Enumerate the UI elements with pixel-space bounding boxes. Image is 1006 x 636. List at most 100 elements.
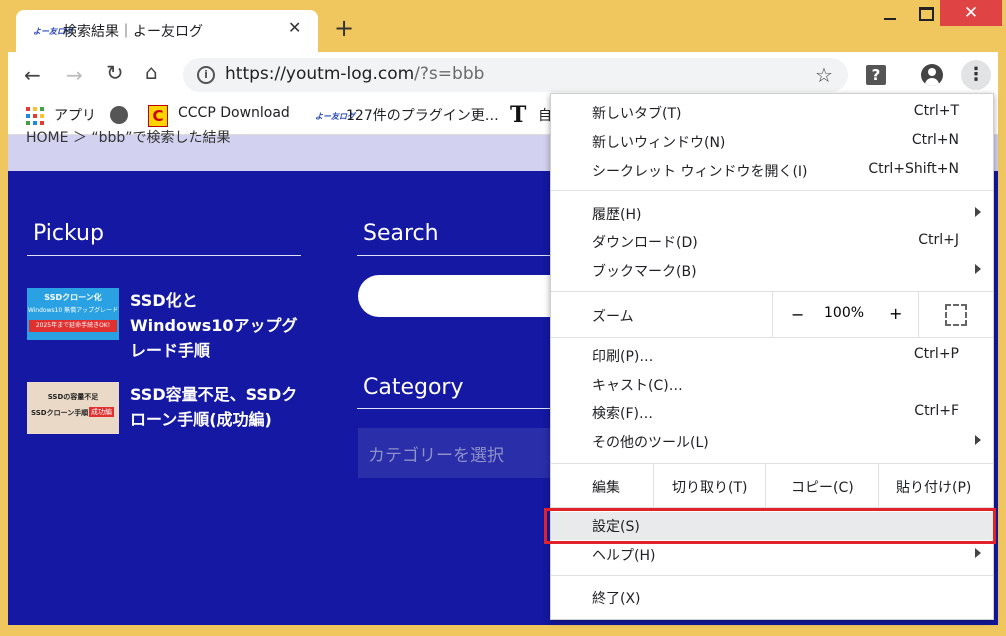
- zoom-divider: [772, 291, 773, 337]
- cut-button[interactable]: 切り取り(T): [672, 477, 747, 497]
- t-icon: T: [510, 102, 527, 128]
- bookmark-apps[interactable]: アプリ: [54, 105, 96, 125]
- category-heading: Category: [363, 375, 464, 400]
- thumb2-line1: SSDの容量不足: [47, 393, 99, 401]
- menu-new-window-shortcut: Ctrl+N: [911, 132, 959, 148]
- browser-tab[interactable]: よー友ログ 検索結果｜よー友ログ ✕: [16, 10, 318, 52]
- pickup-heading: Pickup: [33, 221, 104, 246]
- menu-print[interactable]: 印刷(P)… Ctrl+P: [551, 342, 993, 370]
- minimize-button[interactable]: [880, 4, 900, 24]
- menu-print-shortcut: Ctrl+P: [913, 346, 959, 362]
- thumb2-line2: SSDクローン手順: [31, 409, 89, 417]
- reload-icon[interactable]: ↻: [106, 61, 124, 85]
- category-placeholder: カテゴリーを選択: [368, 446, 504, 466]
- browser-toolbar: ← → ↻ ⌂ i https://youtm-log.com/?s=bbb ☆…: [8, 52, 998, 98]
- menu-find[interactable]: 検索(F)… Ctrl+F: [551, 399, 993, 427]
- menu-find-shortcut: Ctrl+F: [914, 403, 959, 419]
- site-info-icon[interactable]: i: [197, 66, 215, 84]
- window-close-button[interactable]: ✕: [940, 0, 1002, 26]
- apps-grid-icon[interactable]: [26, 107, 44, 125]
- copy-button[interactable]: コピー(C): [791, 477, 854, 497]
- chrome-menu-button[interactable]: ⋮: [961, 60, 991, 90]
- thumb2-badge: 成功編: [89, 407, 114, 417]
- bookmark-cccp[interactable]: CCCP Download: [178, 105, 290, 121]
- menu-exit-label: 終了(X): [592, 591, 641, 607]
- pickup-title-2[interactable]: SSD容量不足、SSDクローン手順(成功編): [130, 382, 300, 432]
- zoom-level: 100%: [824, 305, 865, 321]
- fullscreen-icon[interactable]: [945, 304, 967, 326]
- menu-find-label: 検索(F)…: [592, 406, 653, 422]
- menu-separator: [551, 575, 993, 576]
- menu-incognito-shortcut: Ctrl+Shift+N: [868, 161, 959, 177]
- menu-new-window[interactable]: 新しいウィンドウ(N) Ctrl+N: [551, 128, 993, 156]
- thumb1-line1: SSDクローン化: [44, 293, 102, 302]
- url-host: https://youtm-log.com: [225, 64, 415, 84]
- url-text[interactable]: https://youtm-log.com/?s=bbb: [225, 64, 484, 84]
- globe-icon[interactable]: [110, 106, 128, 124]
- zoom-out-button[interactable]: −: [791, 305, 804, 324]
- pickup-rule: [27, 255, 301, 256]
- menu-downloads-label: ダウンロード(D): [592, 235, 698, 251]
- menu-separator: [551, 337, 993, 338]
- pickup-thumbnail-1[interactable]: SSDクローン化 Windows10 無償アップグレード 2025年まで延命手続…: [27, 288, 119, 340]
- submenu-arrow-icon: [975, 548, 981, 558]
- menu-new-tab-shortcut: Ctrl+T: [913, 103, 959, 119]
- submenu-arrow-icon: [975, 207, 981, 217]
- menu-more-tools-label: その他のツール(L): [592, 435, 709, 451]
- bookmark-star-icon[interactable]: ☆: [815, 63, 833, 87]
- menu-bookmarks-label: ブックマーク(B): [592, 264, 697, 280]
- menu-print-label: 印刷(P)…: [592, 349, 654, 365]
- menu-help[interactable]: ヘルプ(H): [551, 541, 993, 569]
- menu-zoom-label: ズーム: [592, 309, 634, 325]
- menu-incognito-label: シークレット ウィンドウを開く(I): [592, 164, 808, 180]
- menu-more-tools[interactable]: その他のツール(L): [551, 428, 993, 456]
- pickup-title-1[interactable]: SSD化とWindows10アップグレード手順: [130, 288, 300, 363]
- menu-edit-label: 編集: [592, 480, 620, 496]
- menu-new-window-label: 新しいウィンドウ(N): [592, 135, 726, 151]
- menu-exit[interactable]: 終了(X): [551, 584, 993, 612]
- menu-new-tab-label: 新しいタブ(T): [592, 106, 682, 122]
- back-icon[interactable]: ←: [24, 63, 41, 87]
- menu-separator: [551, 190, 993, 191]
- zoom-in-button[interactable]: +: [889, 304, 902, 323]
- edit-divider: [653, 463, 654, 507]
- submenu-arrow-icon: [975, 435, 981, 445]
- search-heading: Search: [363, 221, 439, 246]
- submenu-arrow-icon: [975, 264, 981, 274]
- category-rule: [357, 408, 557, 409]
- address-bar[interactable]: i https://youtm-log.com/?s=bbb ☆: [183, 58, 848, 92]
- menu-zoom: ズーム − 100% +: [551, 291, 993, 337]
- menu-new-tab[interactable]: 新しいタブ(T) Ctrl+T: [551, 99, 993, 127]
- url-path: /?s=bbb: [414, 64, 485, 84]
- extension-icon[interactable]: ?: [866, 65, 886, 85]
- breadcrumb[interactable]: HOME ＞ “bbb”で検索した結果: [26, 127, 231, 147]
- menu-bookmarks[interactable]: ブックマーク(B): [551, 257, 993, 285]
- bookmark-plugins[interactable]: 127件のプラグイン更…: [346, 105, 499, 125]
- menu-edit: 編集 切り取り(T) コピー(C) 貼り付け(P): [551, 463, 993, 507]
- cccp-icon: C: [148, 105, 168, 127]
- menu-history-label: 履歴(H): [592, 207, 642, 223]
- forward-icon[interactable]: →: [66, 63, 83, 87]
- maximize-button[interactable]: [916, 4, 936, 24]
- menu-help-label: ヘルプ(H): [592, 548, 656, 564]
- edit-divider: [878, 463, 879, 507]
- paste-button[interactable]: 貼り付け(P): [896, 477, 971, 497]
- zoom-divider: [918, 291, 919, 337]
- tab-title: 検索結果｜よー友ログ: [63, 24, 203, 40]
- menu-cast-label: キャスト(C)…: [592, 378, 683, 394]
- thumb1-line3: 2025年まで延命手続きOK!: [29, 320, 117, 332]
- settings-highlight-box: [544, 508, 996, 544]
- menu-separator: [551, 463, 993, 464]
- tab-close-icon[interactable]: ✕: [288, 18, 301, 37]
- thumb1-line2: Windows10 無償アップグレード: [27, 307, 119, 314]
- edit-divider: [765, 463, 766, 507]
- profile-avatar-icon[interactable]: [921, 64, 943, 86]
- menu-cast[interactable]: キャスト(C)…: [551, 371, 993, 399]
- menu-history[interactable]: 履歴(H): [551, 200, 993, 228]
- home-icon[interactable]: ⌂: [145, 60, 158, 84]
- search-rule: [357, 255, 557, 256]
- menu-downloads[interactable]: ダウンロード(D) Ctrl+J: [551, 228, 993, 256]
- menu-incognito[interactable]: シークレット ウィンドウを開く(I) Ctrl+Shift+N: [551, 157, 993, 185]
- pickup-thumbnail-2[interactable]: SSDの容量不足 SSDクローン手順 成功編: [27, 382, 119, 434]
- new-tab-button[interactable]: +: [334, 16, 354, 40]
